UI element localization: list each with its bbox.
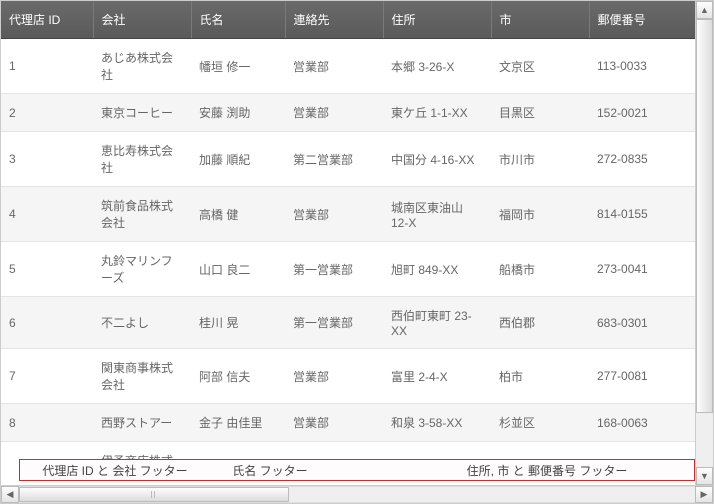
cell-name: 金子 由佳里 bbox=[191, 404, 285, 442]
table-row[interactable]: 7関東商事株式会社阿部 信夫営業部富里 2-4-X柏市277-0081 bbox=[1, 349, 713, 404]
footer-address-city-postal: 住所, 市 と 郵便番号 フッター bbox=[330, 462, 694, 479]
cell-id: 6 bbox=[1, 297, 93, 349]
cell-city: 目黒区 bbox=[491, 94, 589, 132]
cell-contact: 第一営業部 bbox=[285, 242, 383, 297]
hscroll-track[interactable] bbox=[19, 486, 695, 503]
table-row[interactable]: 8西野ストアー金子 由佳里営業部和泉 3-58-XX杉並区168-0063 bbox=[1, 404, 713, 442]
cell-name: 桂川 晃 bbox=[191, 297, 285, 349]
header-company[interactable]: 会社 bbox=[93, 1, 191, 39]
cell-company: 筑前食品株式会社 bbox=[93, 187, 191, 242]
vscroll-track[interactable] bbox=[696, 19, 713, 467]
cell-city: 船橋市 bbox=[491, 242, 589, 297]
data-grid-window: 代理店 ID 会社 氏名 連絡先 住所 市 郵便番号 1あじあ株式会社幡垣 修一… bbox=[0, 0, 714, 504]
table-row[interactable]: 3恵比寿株式会社加藤 順紀第二営業部中国分 4-16-XX市川市272-0835 bbox=[1, 132, 713, 187]
cell-id: 3 bbox=[1, 132, 93, 187]
table-row[interactable]: 1あじあ株式会社幡垣 修一営業部本郷 3-26-X文京区113-0033 bbox=[1, 39, 713, 94]
cell-city: 文京区 bbox=[491, 39, 589, 94]
header-name[interactable]: 氏名 bbox=[191, 1, 285, 39]
vscroll-thumb[interactable] bbox=[696, 19, 713, 413]
table-row[interactable]: 2東京コーヒー安藤 渕助営業部東ケ丘 1-1-XX目黒区152-0021 bbox=[1, 94, 713, 132]
cell-address: 東ケ丘 1-1-XX bbox=[383, 94, 491, 132]
cell-address: 中国分 4-16-XX bbox=[383, 132, 491, 187]
header-address[interactable]: 住所 bbox=[383, 1, 491, 39]
header-id[interactable]: 代理店 ID bbox=[1, 1, 93, 39]
cell-company: あじあ株式会社 bbox=[93, 39, 191, 94]
cell-id: 4 bbox=[1, 187, 93, 242]
cell-company: 関東商事株式会社 bbox=[93, 349, 191, 404]
cell-address: 旭町 849-XX bbox=[383, 242, 491, 297]
cell-company: 恵比寿株式会社 bbox=[93, 132, 191, 187]
footer-id-company: 代理店 ID と 会社 フッター bbox=[20, 462, 210, 479]
cell-name: 阿部 信夫 bbox=[191, 349, 285, 404]
table-row[interactable]: 6不二よし桂川 晃第一営業部西伯町東町 23-XX西伯郡683-0301 bbox=[1, 297, 713, 349]
data-table: 代理店 ID 会社 氏名 連絡先 住所 市 郵便番号 1あじあ株式会社幡垣 修一… bbox=[1, 1, 713, 463]
cell-id: 2 bbox=[1, 94, 93, 132]
cell-company: 西野ストアー bbox=[93, 404, 191, 442]
cell-address: 富里 2-4-X bbox=[383, 349, 491, 404]
cell-name: 山口 良二 bbox=[191, 242, 285, 297]
cell-name: 安藤 渕助 bbox=[191, 94, 285, 132]
cell-contact: 営業部 bbox=[285, 94, 383, 132]
footer-name: 氏名 フッター bbox=[210, 462, 330, 479]
cell-city: 市川市 bbox=[491, 132, 589, 187]
header-contact[interactable]: 連絡先 bbox=[285, 1, 383, 39]
cell-name: 幡垣 修一 bbox=[191, 39, 285, 94]
cell-id: 1 bbox=[1, 39, 93, 94]
hscroll-thumb[interactable] bbox=[19, 487, 289, 502]
cell-contact: 第一営業部 bbox=[285, 297, 383, 349]
cell-contact: 営業部 bbox=[285, 187, 383, 242]
table-row[interactable]: 5丸鈴マリンフーズ山口 良二第一営業部旭町 849-XX船橋市273-0041 bbox=[1, 242, 713, 297]
scroll-down-icon[interactable]: ▼ bbox=[696, 467, 713, 485]
header-city[interactable]: 市 bbox=[491, 1, 589, 39]
header-row: 代理店 ID 会社 氏名 連絡先 住所 市 郵便番号 bbox=[1, 1, 713, 39]
scroll-left-icon[interactable]: ◀ bbox=[1, 486, 19, 503]
scroll-up-icon[interactable]: ▲ bbox=[696, 1, 713, 19]
cell-city: 柏市 bbox=[491, 349, 589, 404]
grid-viewport: 代理店 ID 会社 氏名 連絡先 住所 市 郵便番号 1あじあ株式会社幡垣 修一… bbox=[1, 1, 713, 463]
cell-address: 本郷 3-26-X bbox=[383, 39, 491, 94]
cell-address: 城南区東油山 12-X bbox=[383, 187, 491, 242]
vertical-scrollbar[interactable]: ▲ ▼ bbox=[695, 1, 713, 485]
cell-company: 丸鈴マリンフーズ bbox=[93, 242, 191, 297]
footer-bar: 代理店 ID と 会社 フッター 氏名 フッター 住所, 市 と 郵便番号 フッ… bbox=[19, 459, 695, 481]
cell-contact: 営業部 bbox=[285, 404, 383, 442]
cell-id: 8 bbox=[1, 404, 93, 442]
cell-id: 7 bbox=[1, 349, 93, 404]
cell-company: 不二よし bbox=[93, 297, 191, 349]
cell-contact: 営業部 bbox=[285, 349, 383, 404]
cell-address: 和泉 3-58-XX bbox=[383, 404, 491, 442]
cell-city: 西伯郡 bbox=[491, 297, 589, 349]
cell-city: 福岡市 bbox=[491, 187, 589, 242]
cell-address: 西伯町東町 23-XX bbox=[383, 297, 491, 349]
cell-contact: 第二営業部 bbox=[285, 132, 383, 187]
cell-name: 加藤 順紀 bbox=[191, 132, 285, 187]
cell-company: 東京コーヒー bbox=[93, 94, 191, 132]
cell-name: 高橋 健 bbox=[191, 187, 285, 242]
cell-city: 杉並区 bbox=[491, 404, 589, 442]
horizontal-scrollbar[interactable]: ◀ ▶ bbox=[1, 485, 713, 503]
cell-id: 5 bbox=[1, 242, 93, 297]
table-row[interactable]: 4筑前食品株式会社高橋 健営業部城南区東油山 12-X福岡市814-0155 bbox=[1, 187, 713, 242]
scroll-right-icon[interactable]: ▶ bbox=[695, 486, 713, 503]
table-body: 1あじあ株式会社幡垣 修一営業部本郷 3-26-X文京区113-00332東京コ… bbox=[1, 39, 713, 464]
cell-contact: 営業部 bbox=[285, 39, 383, 94]
